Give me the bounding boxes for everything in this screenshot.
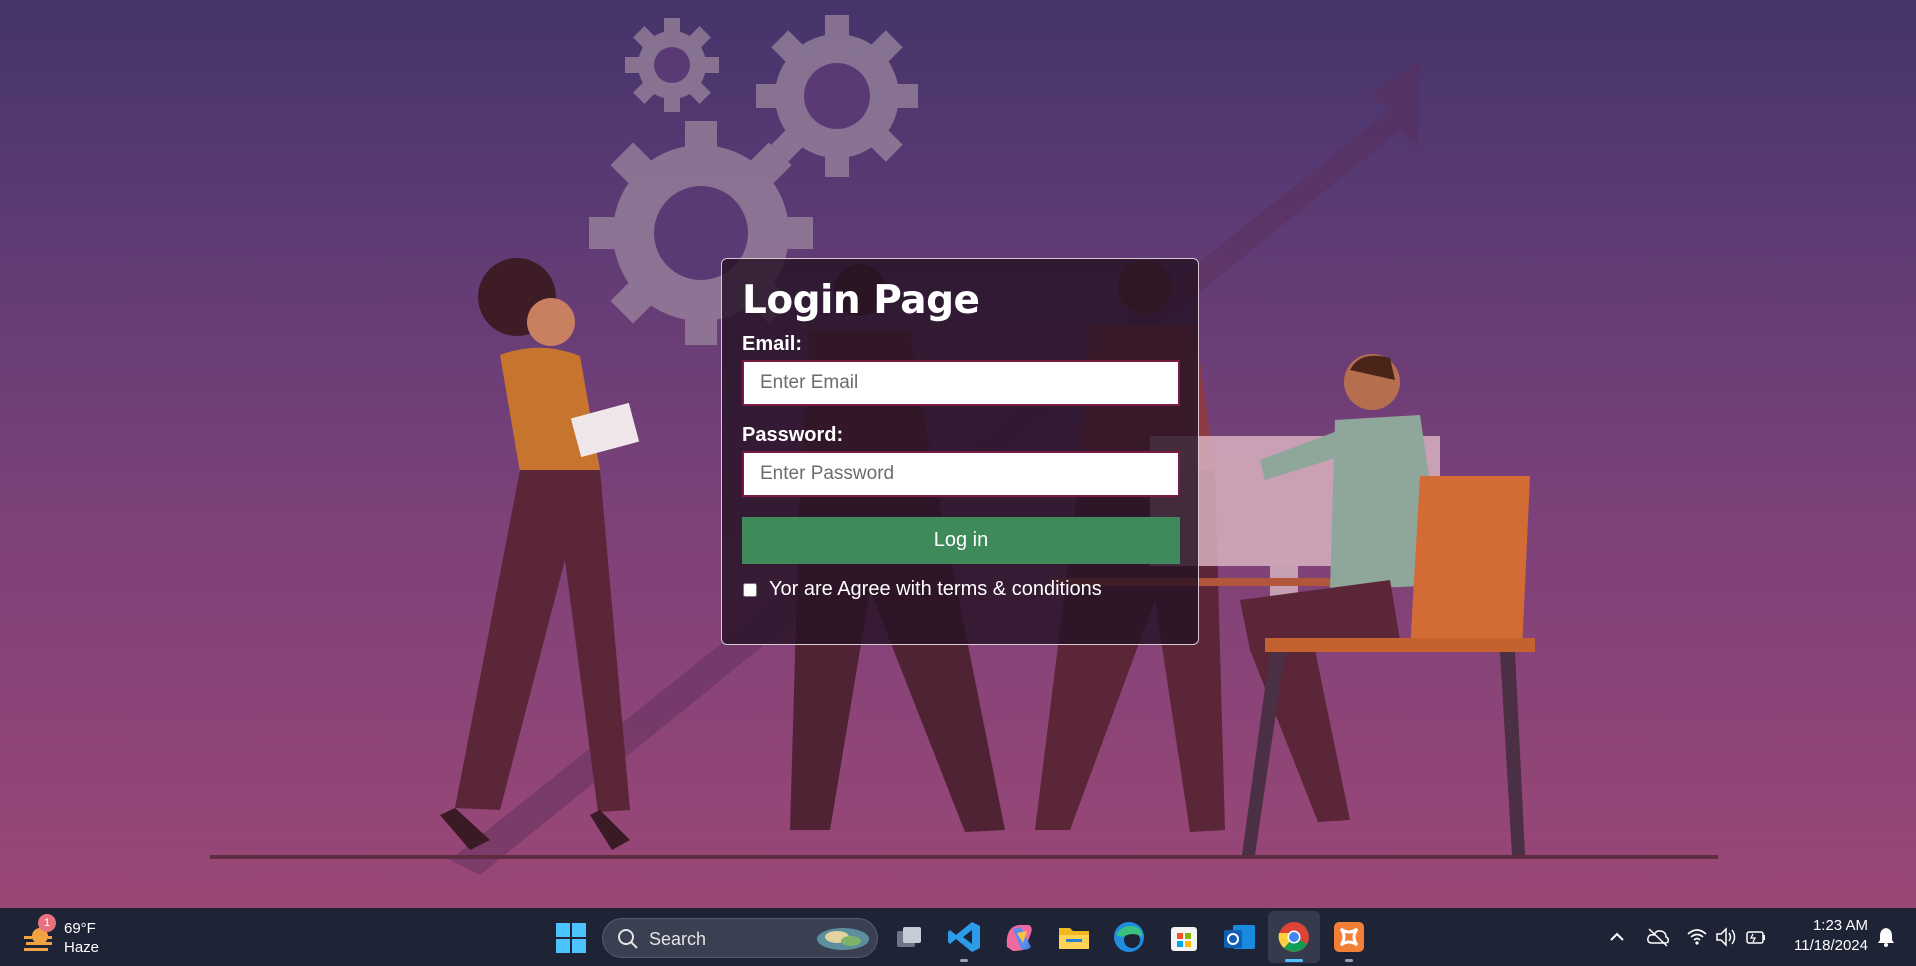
search-icon: [618, 929, 638, 949]
start-icon[interactable]: [556, 923, 586, 953]
cloud-off-icon[interactable]: [1646, 926, 1670, 948]
edge-icon[interactable]: [1111, 919, 1147, 955]
email-label: Email:: [742, 333, 803, 355]
search-highlight-icon: [817, 928, 869, 950]
battery-icon[interactable]: [1745, 926, 1767, 948]
microsoft-store-icon[interactable]: [1166, 919, 1202, 955]
login-form: Login Page Email: Password: Log in Yor a…: [721, 258, 1199, 645]
password-input[interactable]: [742, 451, 1180, 497]
email-input[interactable]: [742, 360, 1180, 406]
weather-condition: Haze: [64, 939, 100, 956]
weather-temperature: 69°F: [64, 920, 96, 937]
wifi-icon[interactable]: [1686, 926, 1708, 948]
clock[interactable]: 1:23 AM 11/18/2024: [1782, 916, 1868, 956]
browser-page: Login Page Email: Password: Log in Yor a…: [0, 0, 1916, 908]
terms-checkbox[interactable]: [743, 582, 757, 597]
search-label: Search: [649, 929, 707, 949]
clock-date: 11/18/2024: [1794, 937, 1868, 954]
clock-time: 1:23 AM: [1812, 917, 1868, 934]
floor-line-graphic: [210, 855, 1718, 859]
task-view-icon[interactable]: [891, 919, 927, 955]
terms-row: Yor are Agree with terms & conditions: [742, 578, 1178, 601]
search-box[interactable]: Search: [602, 918, 878, 958]
login-button[interactable]: Log in: [742, 517, 1180, 564]
vscode-icon[interactable]: [946, 919, 982, 955]
taskbar: 1 69°F Haze Search 1:23 AM 11/18/2024: [0, 908, 1916, 966]
outlook-icon[interactable]: [1221, 919, 1257, 955]
chrome-icon[interactable]: [1276, 919, 1312, 955]
chevron-up-icon[interactable]: [1608, 928, 1626, 946]
weather-text: 69°F Haze: [64, 919, 99, 957]
volume-icon[interactable]: [1715, 926, 1737, 948]
bell-icon[interactable]: [1876, 926, 1896, 948]
copilot-icon[interactable]: [1001, 919, 1037, 955]
file-explorer-icon[interactable]: [1056, 919, 1092, 955]
terms-label: Yor are Agree with terms & conditions: [769, 578, 1102, 600]
chrome-active-indicator: [1285, 959, 1303, 962]
weather-badge: 1: [38, 914, 56, 932]
vscode-running-indicator: [960, 959, 968, 962]
xampp-running-indicator: [1345, 959, 1353, 962]
person-left-graphic: [440, 258, 640, 850]
page-title: Login Page: [742, 278, 980, 323]
weather-widget[interactable]: 1 69°F Haze: [22, 914, 122, 960]
xampp-icon[interactable]: [1331, 919, 1367, 955]
password-label: Password:: [742, 424, 844, 446]
